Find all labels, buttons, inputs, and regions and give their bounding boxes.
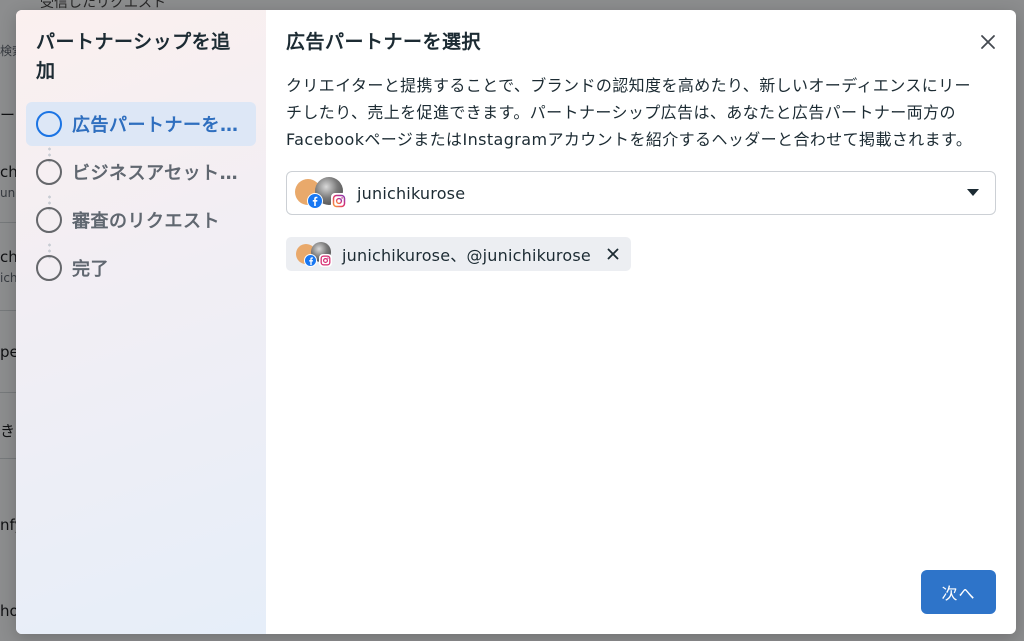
facebook-icon (304, 254, 317, 267)
step-label: 広告パートナーを選択 (72, 115, 244, 136)
close-button[interactable] (976, 30, 1000, 54)
caret-down-icon (967, 189, 979, 196)
stepper-title: パートナーシップを追加 (36, 31, 231, 82)
remove-partner-button[interactable] (605, 246, 621, 262)
account-avatars (296, 242, 334, 267)
step-circle-icon (36, 255, 62, 281)
step-select-ad-partner[interactable]: 広告パートナーを選択 (26, 102, 256, 146)
step-label: 完了 (72, 259, 109, 280)
close-icon (607, 248, 619, 260)
step-label: ビジネスアセットを選択 (72, 163, 244, 184)
selected-partner-chip: junichikurose、@junichikurose (286, 237, 631, 271)
ad-partner-select[interactable]: junichikurose (286, 171, 996, 215)
add-partnership-dialog: パートナーシップを追加 広告パートナーを選択 ビジネスアセットを選択 審査のリク… (16, 10, 1016, 634)
step-circle-icon (36, 159, 62, 185)
step-list: 広告パートナーを選択 ビジネスアセットを選択 審査のリクエスト 完了 (26, 102, 256, 290)
page-title: 広告パートナーを選択 (286, 31, 482, 53)
step-review-request[interactable]: 審査のリクエスト (26, 198, 256, 242)
instagram-icon (331, 193, 347, 209)
step-select-business-assets[interactable]: ビジネスアセットを選択 (26, 150, 256, 194)
next-button[interactable]: 次へ (921, 570, 996, 614)
chip-label: junichikurose、@junichikurose (342, 246, 591, 265)
close-icon (981, 35, 995, 49)
step-circle-icon (36, 111, 62, 137)
facebook-icon (307, 193, 323, 209)
account-avatars (295, 177, 347, 209)
instagram-icon (319, 254, 332, 267)
step-complete[interactable]: 完了 (26, 246, 256, 290)
select-value: junichikurose (357, 183, 466, 203)
main-panel: 広告パートナーを選択 クリエイターと提携することで、ブランドの認知度を高めたり、… (266, 10, 1016, 634)
stepper-sidebar: パートナーシップを追加 広告パートナーを選択 ビジネスアセットを選択 審査のリク… (16, 10, 266, 634)
description-text: クリエイターと提携することで、ブランドの認知度を高めたり、新しいオーディエンスに… (286, 76, 973, 149)
step-label: 審査のリクエスト (72, 211, 220, 232)
step-circle-icon (36, 207, 62, 233)
